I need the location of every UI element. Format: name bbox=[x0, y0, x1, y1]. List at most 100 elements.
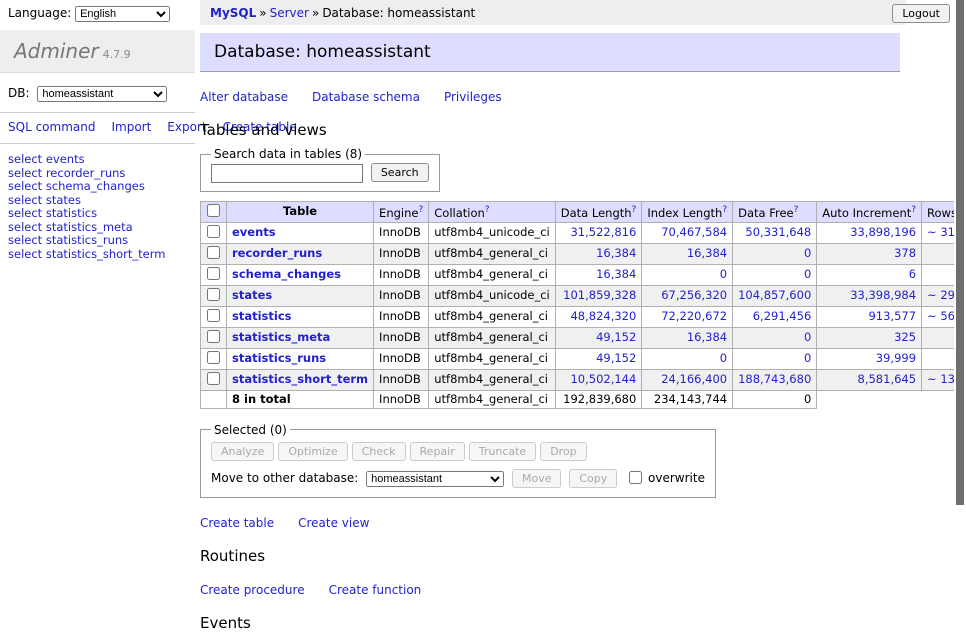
create-link[interactable]: Create table bbox=[200, 516, 274, 530]
overwrite-label[interactable]: overwrite bbox=[648, 471, 705, 485]
overwrite-checkbox[interactable] bbox=[629, 471, 642, 484]
repair-button[interactable]: Repair bbox=[410, 442, 465, 461]
select-all-checkbox[interactable] bbox=[207, 204, 220, 217]
data-free-cell: 0 bbox=[733, 243, 817, 264]
help-link[interactable]: ? bbox=[632, 205, 637, 215]
routine-link[interactable]: Create function bbox=[329, 583, 422, 597]
db-select[interactable]: homeassistant bbox=[37, 86, 167, 102]
truncate-button[interactable]: Truncate bbox=[469, 442, 536, 461]
row-check-cell bbox=[201, 306, 227, 327]
database-link[interactable]: Alter database bbox=[200, 90, 288, 104]
sidebar-select-link[interactable]: select states bbox=[8, 194, 187, 207]
row-checkbox[interactable] bbox=[207, 288, 220, 301]
table-name-cell: events bbox=[227, 222, 374, 243]
table-name-cell: states bbox=[227, 285, 374, 306]
row-checkbox[interactable] bbox=[207, 372, 220, 385]
table-name-link[interactable]: states bbox=[232, 288, 272, 302]
engine-cell: InnoDB bbox=[374, 348, 429, 369]
table-name-cell: statistics bbox=[227, 306, 374, 327]
table-name-link[interactable]: statistics_runs bbox=[232, 351, 326, 365]
table-name-link[interactable]: schema_changes bbox=[232, 267, 341, 281]
sidebar-select-link[interactable]: select statistics_meta bbox=[8, 221, 187, 234]
data-free-cell: 6,291,456 bbox=[733, 306, 817, 327]
copy-button[interactable]: Copy bbox=[569, 469, 617, 488]
db-label: DB: bbox=[8, 86, 30, 100]
table-name-cell: statistics_runs bbox=[227, 348, 374, 369]
table-row: statistics_metaInnoDButf8mb4_general_ci4… bbox=[201, 327, 966, 348]
index-length-cell: 70,467,584 bbox=[642, 222, 733, 243]
move-db-select[interactable]: homeassistant bbox=[366, 471, 504, 487]
search-input[interactable] bbox=[211, 164, 363, 183]
scrollbar-track[interactable] bbox=[954, 0, 966, 543]
create-links: Create table Create view bbox=[200, 516, 906, 530]
collation-cell: utf8mb4_general_ci bbox=[429, 369, 556, 390]
row-checkbox[interactable] bbox=[207, 309, 220, 322]
breadcrumb-link-mysql[interactable]: MySQL bbox=[210, 6, 256, 20]
sidebar-select-link[interactable]: select events bbox=[8, 153, 187, 166]
table-header-row: TableEngine?Collation?Data Length?Index … bbox=[201, 201, 966, 222]
analyze-button[interactable]: Analyze bbox=[211, 442, 274, 461]
data-free-cell: 0 bbox=[733, 348, 817, 369]
adminer-logo[interactable]: Adminer bbox=[14, 39, 99, 63]
sidebar-select-link[interactable]: select recorder_runs bbox=[8, 167, 187, 180]
collation-cell: utf8mb4_general_ci bbox=[429, 264, 556, 285]
auto-increment-cell: 325 bbox=[817, 327, 922, 348]
scrollbar-thumb[interactable] bbox=[956, 0, 964, 505]
column-header-table: Table bbox=[227, 201, 374, 222]
collation-cell: utf8mb4_unicode_ci bbox=[429, 222, 556, 243]
sidebar-action-link[interactable]: SQL command bbox=[8, 120, 95, 134]
help-link[interactable]: ? bbox=[418, 205, 423, 215]
row-checkbox[interactable] bbox=[207, 267, 220, 280]
search-button[interactable]: Search bbox=[371, 163, 429, 182]
check-button[interactable]: Check bbox=[352, 442, 406, 461]
language-select[interactable]: English bbox=[75, 6, 170, 22]
selected-legend: Selected (0) bbox=[211, 423, 290, 437]
table-name-link[interactable]: statistics bbox=[232, 309, 292, 323]
move-button[interactable]: Move bbox=[512, 469, 562, 488]
db-selector-row: DB: homeassistant bbox=[8, 86, 195, 102]
engine-cell: InnoDB bbox=[374, 222, 429, 243]
row-checkbox[interactable] bbox=[207, 246, 220, 259]
table-row: statisticsInnoDButf8mb4_general_ci48,824… bbox=[201, 306, 966, 327]
database-link[interactable]: Privileges bbox=[444, 90, 502, 104]
data-free-cell: 104,857,600 bbox=[733, 285, 817, 306]
help-link[interactable]: ? bbox=[722, 205, 727, 215]
index-length-cell: 72,220,672 bbox=[642, 306, 733, 327]
optimize-button[interactable]: Optimize bbox=[278, 442, 347, 461]
row-checkbox[interactable] bbox=[207, 351, 220, 364]
index-length-cell: 16,384 bbox=[642, 243, 733, 264]
table-name-link[interactable]: statistics_short_term bbox=[232, 372, 368, 386]
row-checkbox[interactable] bbox=[207, 330, 220, 343]
table-name-link[interactable]: statistics_meta bbox=[232, 330, 330, 344]
help-link[interactable]: ? bbox=[794, 205, 799, 215]
create-link[interactable]: Create view bbox=[298, 516, 369, 530]
selected-buttons-row: AnalyzeOptimize CheckRepairTruncateDrop bbox=[211, 442, 705, 461]
table-name-link[interactable]: recorder_runs bbox=[232, 246, 322, 260]
logout-button[interactable]: Logout bbox=[892, 4, 950, 23]
auto-increment-cell: 6 bbox=[817, 264, 922, 285]
table-name-link[interactable]: events bbox=[232, 225, 276, 239]
engine-cell: InnoDB bbox=[374, 327, 429, 348]
sidebar-select-link[interactable]: select schema_changes bbox=[8, 180, 187, 193]
sidebar-action-link[interactable]: Import bbox=[111, 120, 151, 134]
data-length-cell: 49,152 bbox=[555, 348, 642, 369]
column-header-data-free: Data Free? bbox=[733, 201, 817, 222]
engine-cell: InnoDB bbox=[374, 243, 429, 264]
sidebar-select-link[interactable]: select statistics bbox=[8, 207, 187, 220]
row-checkbox[interactable] bbox=[207, 225, 220, 238]
collation-cell: utf8mb4_general_ci bbox=[429, 327, 556, 348]
auto-increment-cell: 33,898,196 bbox=[817, 222, 922, 243]
breadcrumb-link-server[interactable]: Server bbox=[270, 6, 309, 20]
sidebar-select-link[interactable]: select statistics_runs bbox=[8, 234, 187, 247]
sidebar-select-link[interactable]: select statistics_short_term bbox=[8, 248, 187, 261]
adminer-version[interactable]: 4.7.9 bbox=[103, 48, 131, 61]
tables-heading: Tables and views bbox=[200, 121, 906, 139]
row-check-cell bbox=[201, 327, 227, 348]
collation-cell: utf8mb4_general_ci bbox=[429, 306, 556, 327]
database-link[interactable]: Database schema bbox=[312, 90, 420, 104]
help-link[interactable]: ? bbox=[485, 205, 490, 215]
help-link[interactable]: ? bbox=[911, 205, 916, 215]
routine-link[interactable]: Create procedure bbox=[200, 583, 305, 597]
drop-button[interactable]: Drop bbox=[540, 442, 586, 461]
selected-fieldset: Selected (0) AnalyzeOptimize CheckRepairT… bbox=[200, 423, 716, 498]
